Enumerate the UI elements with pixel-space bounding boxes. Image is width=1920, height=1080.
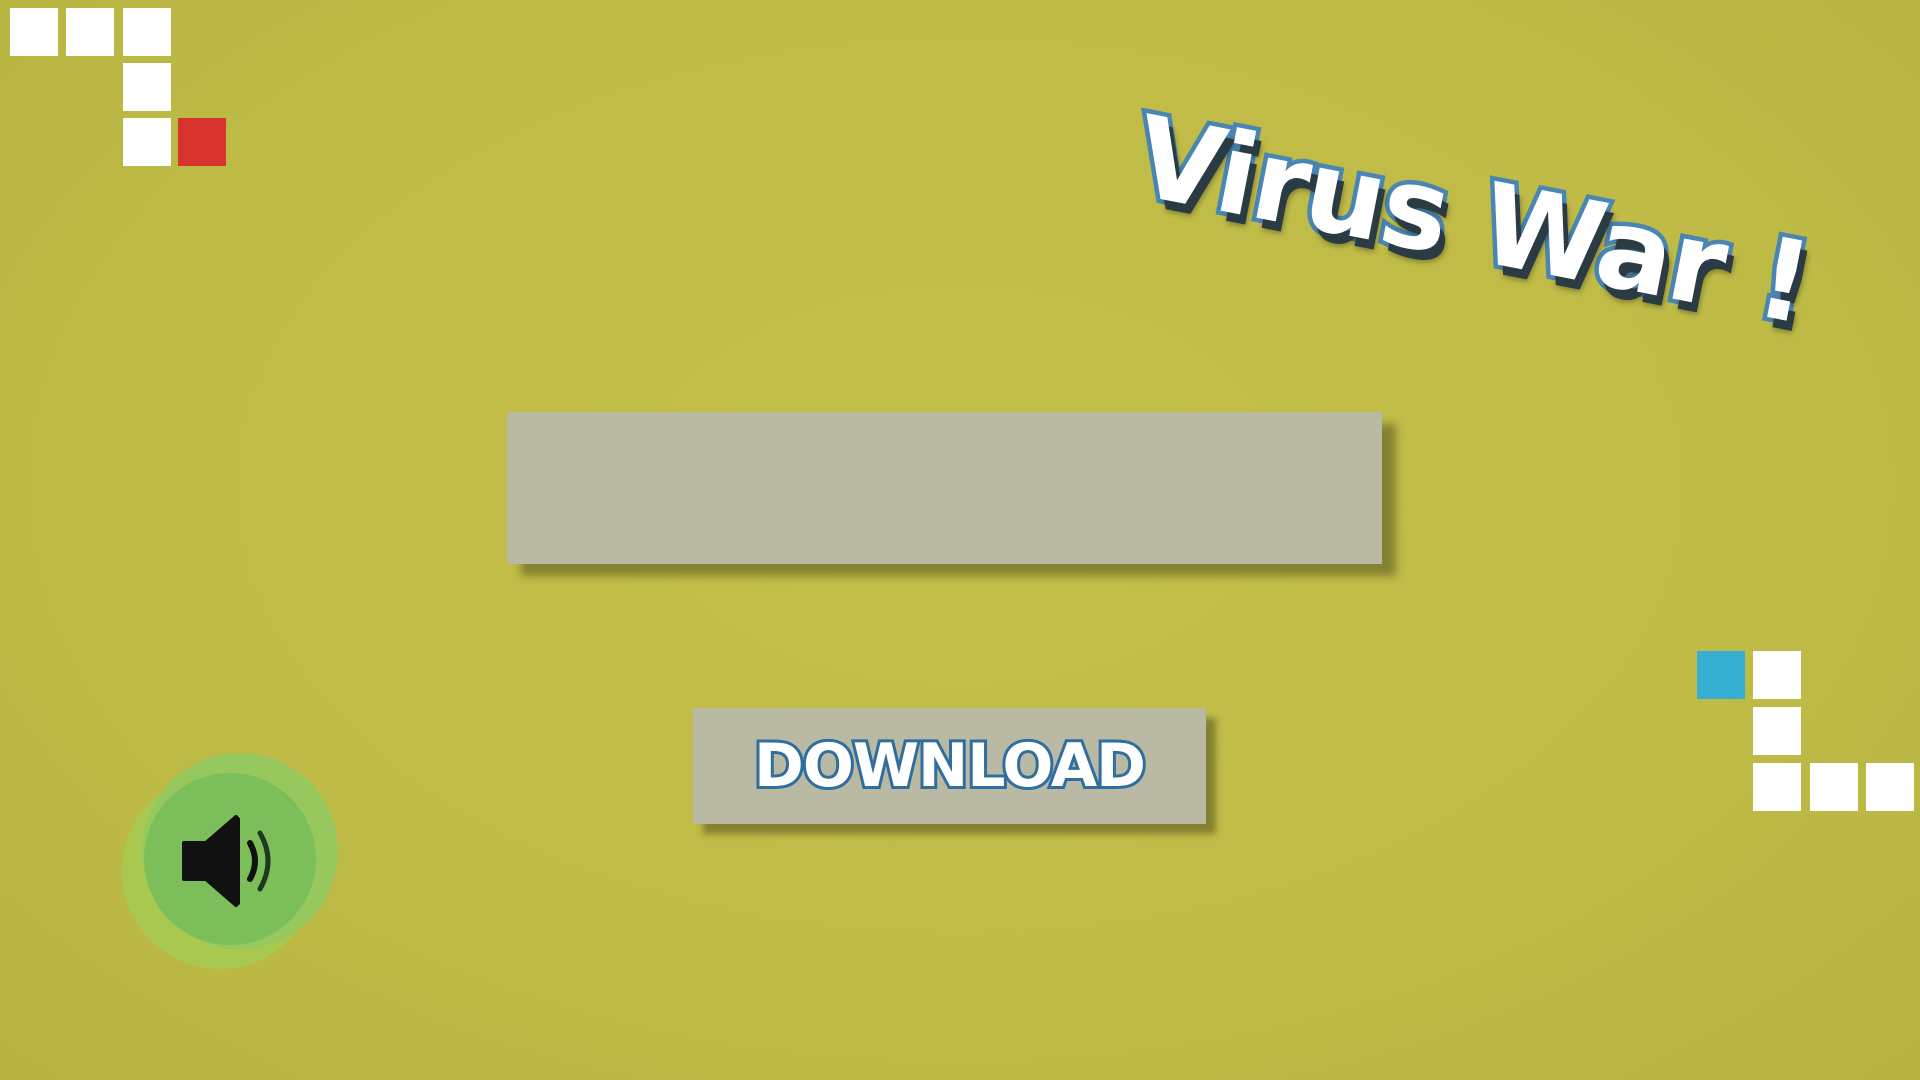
white-block — [1753, 651, 1801, 699]
white-block — [1810, 763, 1858, 811]
game-screen: Virus War ! DOWNLOAD — [0, 0, 1920, 1080]
white-block — [10, 8, 58, 56]
download-button-label: DOWNLOAD — [751, 728, 1149, 804]
white-block — [123, 63, 171, 111]
white-block — [123, 118, 171, 166]
cyan-block — [1697, 651, 1745, 699]
message-panel — [507, 412, 1382, 564]
download-button[interactable]: DOWNLOAD — [693, 708, 1206, 824]
red-block — [178, 118, 226, 166]
game-title: Virus War ! — [1121, 88, 1824, 355]
white-block — [123, 8, 171, 56]
white-block — [66, 8, 114, 56]
white-block — [1866, 763, 1914, 811]
sound-toggle-button[interactable] — [122, 753, 338, 969]
white-block — [1753, 707, 1801, 755]
white-block — [1753, 763, 1801, 811]
